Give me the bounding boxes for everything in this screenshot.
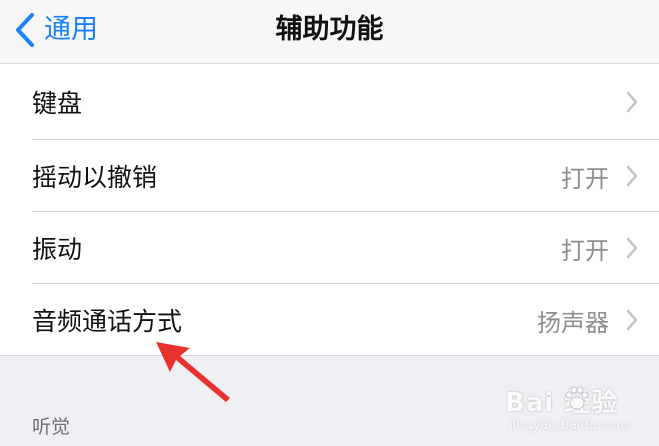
chevron-right-icon (625, 236, 639, 260)
row-label: 音频通话方式 (32, 307, 183, 336)
watermark-brand: Bai 经验 (505, 388, 619, 418)
paw-icon (565, 386, 589, 410)
watermark: Bai 经验 jingyan.baidu.com (505, 378, 655, 442)
row-shake-to-undo[interactable]: 摇动以撤销 打开 (0, 140, 659, 212)
divider (0, 355, 659, 356)
row-value: 打开 (561, 164, 609, 193)
row-label: 振动 (32, 235, 83, 264)
chevron-right-icon (625, 90, 639, 114)
settings-list: 键盘 摇动以撤销 打开 振动 打开 音频通话方式 扬声器 (0, 64, 659, 356)
page-title: 辅助功能 (275, 14, 384, 45)
row-vibration[interactable]: 振动 打开 (0, 212, 659, 284)
row-label: 键盘 (32, 89, 83, 118)
row-value: 打开 (561, 236, 609, 265)
row-call-audio-routing[interactable]: 音频通话方式 扬声器 (0, 284, 659, 356)
annotation-arrow-icon (156, 342, 230, 402)
navigation-bar: 通用 辅助功能 (0, 0, 659, 64)
watermark-url: jingyan.baidu.com (509, 418, 629, 433)
section-header-hearing: 听觉 (32, 416, 71, 438)
row-label: 摇动以撤销 (32, 163, 158, 192)
row-value: 扬声器 (537, 308, 609, 337)
chevron-right-icon (625, 164, 639, 188)
chevron-right-icon (625, 308, 639, 332)
row-keyboard[interactable]: 键盘 (0, 64, 659, 140)
